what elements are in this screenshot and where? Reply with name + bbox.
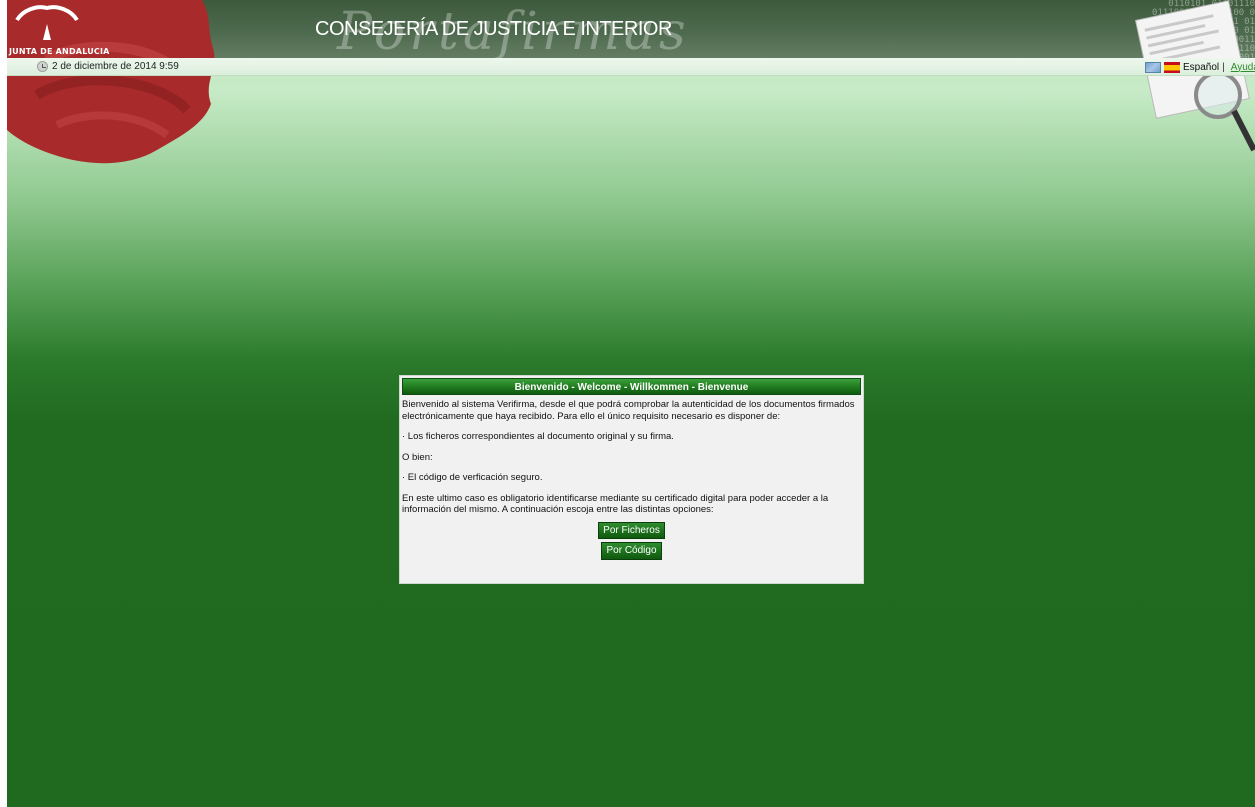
by-code-button[interactable]: Por Código <box>601 542 662 560</box>
current-date: 2 de diciembre de 2014 9:59 <box>52 61 179 72</box>
page-background: Portafirmas CONSEJERÍA DE JUSTICIA E INT… <box>7 0 1255 807</box>
option-code-text: · El código de verficación seguro. <box>402 472 543 483</box>
instructions-paragraph: En este ultimo caso es obligatorio ident… <box>402 492 829 516</box>
by-files-button[interactable]: Por Ficheros <box>598 521 665 539</box>
welcome-dialog: Bienvenido - Welcome - Willkommen - Bien… <box>399 375 864 584</box>
wax-seal-logo <box>7 0 215 164</box>
document-magnifier-illustration <box>1134 0 1255 152</box>
date-bar <box>7 58 1255 76</box>
or-text: O bien: <box>402 451 433 463</box>
option-files-text: · Los ficheros correspondientes al docum… <box>402 431 674 442</box>
current-language-label: Español <box>1183 61 1220 73</box>
dialog-body: Bienvenido al sistema Verifirma, desde e… <box>400 395 863 560</box>
agency-title: CONSEJERÍA DE JUSTICIA E INTERIOR <box>315 18 672 40</box>
help-link[interactable]: Ayuda <box>1231 62 1255 73</box>
english-flag-icon[interactable] <box>1145 61 1161 73</box>
clock-icon <box>37 61 48 72</box>
spanish-flag-icon[interactable] <box>1164 61 1180 73</box>
language-selector: Español| Ayuda <box>1145 59 1255 75</box>
separator: | <box>1222 61 1225 73</box>
dialog-title: Bienvenido - Welcome - Willkommen - Bien… <box>402 378 861 395</box>
junta-de-andalucia-logo-text: JUNTA DE ANDALUCIA <box>9 47 110 56</box>
intro-paragraph: Bienvenido al sistema Verifirma, desde e… <box>402 399 855 422</box>
